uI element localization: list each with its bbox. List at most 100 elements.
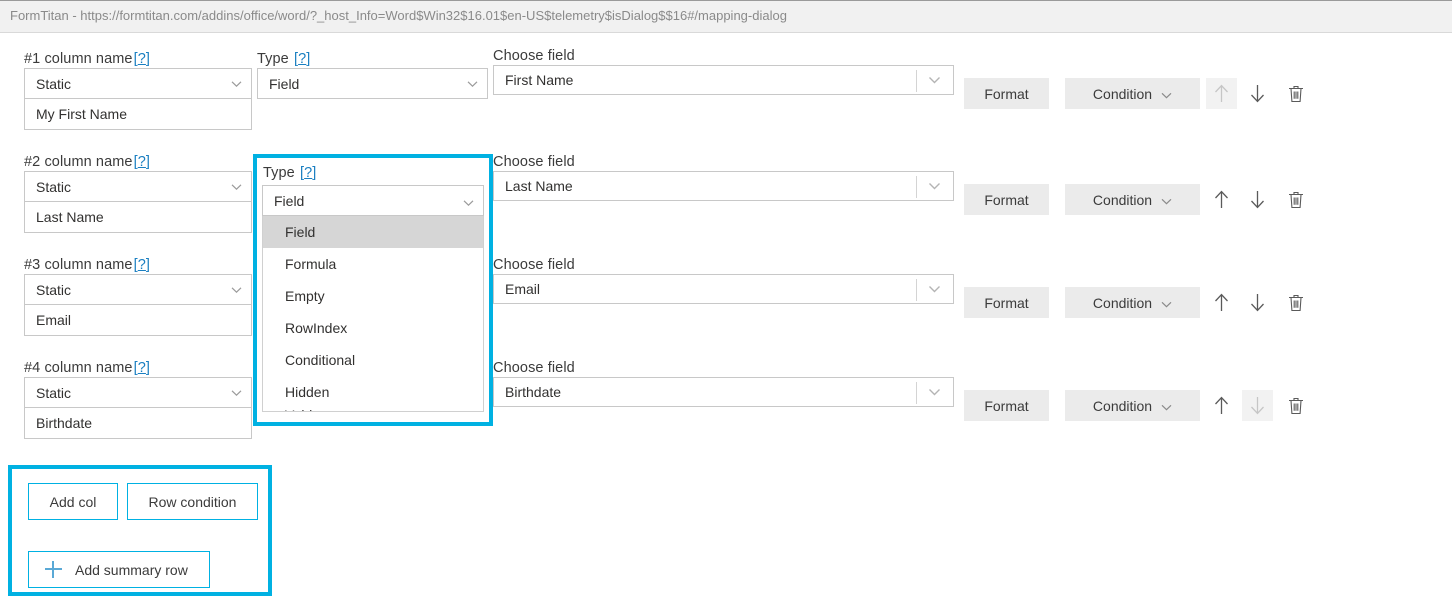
move-row-down-button[interactable] <box>1242 184 1273 215</box>
column-name-label: #2 column name[?] <box>24 153 252 171</box>
move-row-down-button[interactable] <box>1242 390 1273 421</box>
source-type-value: Static <box>36 385 71 401</box>
choose-field-select[interactable]: Email <box>493 274 954 304</box>
move-row-up-button[interactable] <box>1206 287 1237 318</box>
type-label-text: Type <box>263 165 295 181</box>
help-link[interactable]: [?] <box>134 360 150 376</box>
type-dropdown-panel: Type [?] Field Field Formula Empty RowIn… <box>257 158 489 422</box>
chevron-down-icon <box>928 283 941 296</box>
help-link[interactable]: [?] <box>300 165 316 181</box>
type-option-hidden[interactable]: Hidden <box>263 376 483 408</box>
type-options-list[interactable]: Field Formula Empty RowIndex Conditional… <box>262 216 484 412</box>
dialog-title-bar: FormTitan - https://formtitan.com/addins… <box>0 0 1452 33</box>
help-link[interactable]: [?] <box>294 51 310 67</box>
column-name-input[interactable]: Birthdate <box>24 408 252 439</box>
format-button[interactable]: Format <box>964 287 1049 318</box>
help-link-question: ? <box>138 257 146 273</box>
column-name-label-text: #3 column name <box>24 257 133 273</box>
condition-button[interactable]: Condition <box>1065 390 1200 421</box>
condition-button[interactable]: Condition <box>1065 78 1200 109</box>
choose-field-value: Birthdate <box>505 384 561 400</box>
choose-field-value: Last Name <box>505 178 573 194</box>
column-name-label-text: #1 column name <box>24 51 133 67</box>
column-name-value: Last Name <box>36 209 104 225</box>
type-option-formula[interactable]: Formula <box>263 248 483 280</box>
help-link[interactable]: [?] <box>134 257 150 273</box>
choose-field-group: Choose field Last Name <box>493 153 954 201</box>
move-row-up-button[interactable] <box>1206 184 1237 215</box>
choose-field-value: First Name <box>505 72 573 88</box>
chevron-down-icon <box>1161 194 1172 205</box>
add-col-button[interactable]: Add col <box>28 483 118 520</box>
column-name-label: #4 column name[?] <box>24 359 252 377</box>
source-type-select[interactable]: Static <box>24 274 252 305</box>
condition-button-label: Condition <box>1093 398 1152 414</box>
arrow-up-icon <box>1213 84 1230 103</box>
column-name-label: #3 column name[?] <box>24 256 252 274</box>
help-link-question: ? <box>138 154 146 170</box>
condition-button[interactable]: Condition <box>1065 287 1200 318</box>
choose-field-select[interactable]: First Name <box>493 65 954 95</box>
type-select[interactable]: Field <box>257 68 488 99</box>
column-name-input[interactable]: Last Name <box>24 202 252 233</box>
choose-field-group: Choose field Email <box>493 256 954 304</box>
move-row-down-button[interactable] <box>1242 78 1273 109</box>
move-row-down-button[interactable] <box>1242 287 1273 318</box>
bottom-actions-highlight-box: Add col Row condition Add summary row <box>8 465 272 596</box>
type-select[interactable]: Field <box>262 185 484 216</box>
mapping-dialog-body: #1 column name[?] Static My First Name T… <box>0 33 1452 602</box>
delete-row-button[interactable] <box>1280 287 1311 318</box>
move-row-up-button[interactable] <box>1206 390 1237 421</box>
choose-field-select[interactable]: Last Name <box>493 171 954 201</box>
choose-field-label: Choose field <box>493 256 954 274</box>
condition-button-label: Condition <box>1093 192 1152 208</box>
chevron-down-icon <box>1161 88 1172 99</box>
help-link[interactable]: [?] <box>134 154 150 170</box>
select-divider <box>916 176 917 198</box>
delete-row-button[interactable] <box>1280 390 1311 421</box>
chevron-down-icon <box>928 386 941 399</box>
type-value: Field <box>269 76 299 92</box>
add-summary-row-label: Add summary row <box>75 562 188 578</box>
delete-row-button[interactable] <box>1280 184 1311 215</box>
type-option-clipped[interactable]: Void <box>263 408 483 412</box>
source-type-value: Static <box>36 282 71 298</box>
arrow-down-icon <box>1249 84 1266 103</box>
delete-row-button[interactable] <box>1280 78 1311 109</box>
type-option-conditional[interactable]: Conditional <box>263 344 483 376</box>
row-condition-button[interactable]: Row condition <box>127 483 258 520</box>
format-button[interactable]: Format <box>964 390 1049 421</box>
help-link[interactable]: [?] <box>134 51 150 67</box>
source-type-select[interactable]: Static <box>24 171 252 202</box>
column-name-value: Birthdate <box>36 415 92 431</box>
column-name-group: #4 column name[?] Static Birthdate <box>24 359 252 439</box>
source-type-select[interactable]: Static <box>24 377 252 408</box>
choose-field-label: Choose field <box>493 359 954 377</box>
source-type-value: Static <box>36 76 71 92</box>
column-name-input[interactable]: My First Name <box>24 99 252 130</box>
add-summary-row-button[interactable]: Add summary row <box>28 551 210 588</box>
chevron-down-icon <box>231 387 242 398</box>
arrow-down-icon <box>1249 190 1266 209</box>
chevron-down-icon <box>928 180 941 193</box>
source-type-value: Static <box>36 179 71 195</box>
source-type-select[interactable]: Static <box>24 68 252 99</box>
move-row-up-button[interactable] <box>1206 78 1237 109</box>
choose-field-label: Choose field <box>493 153 954 171</box>
arrow-down-icon <box>1249 396 1266 415</box>
select-divider <box>916 382 917 404</box>
type-option-field[interactable]: Field <box>263 216 483 248</box>
column-name-value: My First Name <box>36 106 127 122</box>
type-option-rowindex[interactable]: RowIndex <box>263 312 483 344</box>
chevron-down-icon <box>467 78 478 89</box>
column-name-input[interactable]: Email <box>24 305 252 336</box>
help-link-question: ? <box>138 360 146 376</box>
format-button[interactable]: Format <box>964 78 1049 109</box>
format-button[interactable]: Format <box>964 184 1049 215</box>
type-option-empty[interactable]: Empty <box>263 280 483 312</box>
chevron-down-icon <box>231 284 242 295</box>
column-name-group: #3 column name[?] Static Email <box>24 256 252 336</box>
condition-button[interactable]: Condition <box>1065 184 1200 215</box>
choose-field-select[interactable]: Birthdate <box>493 377 954 407</box>
arrow-up-icon <box>1213 396 1230 415</box>
